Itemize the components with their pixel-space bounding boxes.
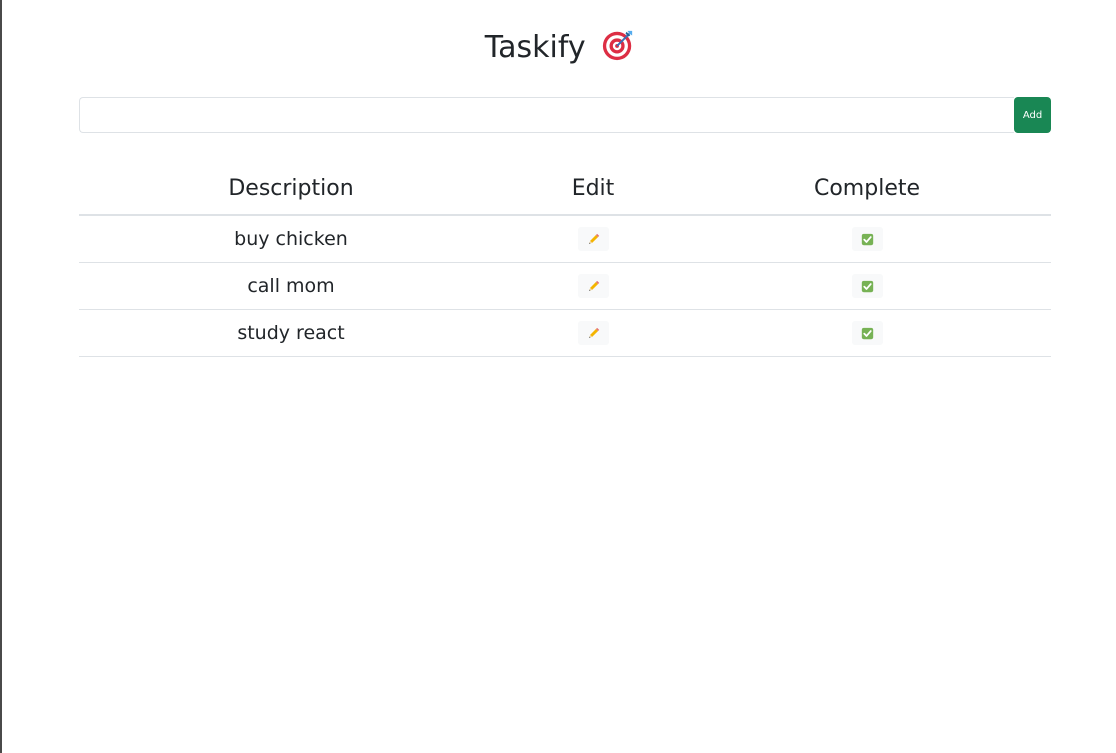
complete-cell [683, 215, 1051, 263]
check-mark-button-icon [861, 280, 873, 292]
pencil-icon [588, 280, 599, 291]
target-icon [601, 28, 635, 62]
page-title: Taskify [484, 30, 586, 65]
pencil-icon [588, 233, 599, 244]
pencil-icon [588, 327, 599, 338]
check-mark-button-icon [861, 233, 873, 245]
edit-button[interactable] [577, 320, 609, 345]
task-input[interactable] [79, 97, 1014, 133]
complete-cell [683, 309, 1051, 357]
app-header: Taskify [2, 28, 1116, 67]
complete-cell [683, 262, 1051, 310]
edit-button[interactable] [577, 226, 609, 251]
edit-button[interactable] [577, 273, 609, 298]
table-row: study react [79, 309, 1051, 357]
task-description: buy chicken [79, 215, 503, 263]
table-header-row: Description Edit Complete [79, 162, 1051, 216]
task-description: call mom [79, 262, 503, 310]
column-header-complete: Complete [683, 162, 1051, 216]
table-row: call mom [79, 262, 1051, 310]
task-table: Description Edit Complete buy chicken ca… [79, 162, 1051, 357]
app-page: Taskify Add Description Edit Complete bu… [0, 0, 1116, 753]
add-button[interactable]: Add [1014, 97, 1051, 133]
check-mark-button-icon [861, 327, 873, 339]
complete-button[interactable] [851, 226, 883, 251]
complete-button[interactable] [851, 273, 883, 298]
task-description: study react [79, 309, 503, 357]
column-header-edit: Edit [503, 162, 683, 216]
edit-cell [503, 215, 683, 263]
column-header-description: Description [79, 162, 503, 216]
complete-button[interactable] [851, 320, 883, 345]
add-task-form: Add [79, 97, 1051, 133]
edit-cell [503, 309, 683, 357]
table-row: buy chicken [79, 215, 1051, 263]
edit-cell [503, 262, 683, 310]
